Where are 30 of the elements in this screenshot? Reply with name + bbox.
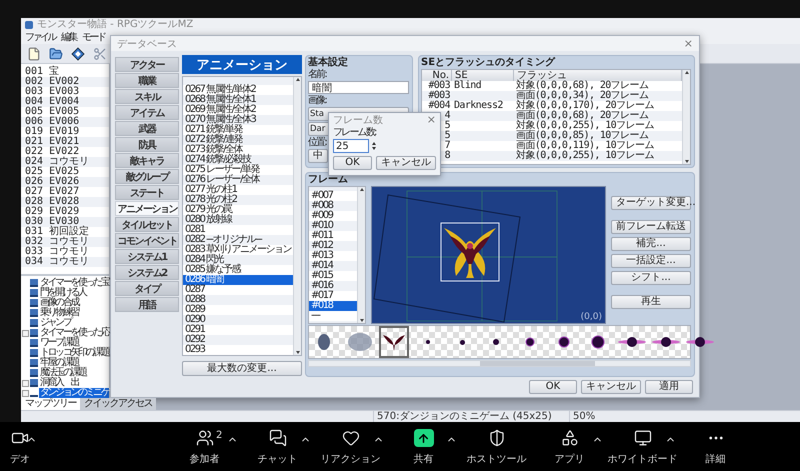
table-cell-text: Blind bbox=[453, 81, 482, 91]
table-cell-text: #004 bbox=[427, 101, 452, 111]
table-cell-text: 対象(0,0,0,255), 10フレーム bbox=[515, 121, 655, 131]
field-label: 名前: bbox=[308, 69, 326, 80]
table-cell-text: #003 bbox=[427, 81, 451, 91]
table-cell-text: 対象(0,0,0,170), 20フレーム bbox=[515, 101, 655, 111]
window-title: モンスター物語 - RPGツクールMZ bbox=[37, 18, 194, 30]
group-title: SEとフラッシュのタイミング bbox=[421, 57, 556, 68]
list-header: アニメーション bbox=[182, 55, 302, 74]
table-cell-text: 8 bbox=[444, 151, 451, 161]
table-cell-text: 画面(0,0,0,68), 20フレーム bbox=[515, 111, 650, 121]
group-title: 基本設定 bbox=[308, 57, 349, 68]
table-cell-text: 7 bbox=[444, 141, 451, 151]
field-label: 画像: bbox=[308, 95, 326, 106]
table-cell-text: 5 bbox=[444, 121, 451, 131]
table-cell-text: 画面(0,0,0,85), 10フレーム bbox=[515, 131, 650, 141]
table-cell-text: 5 bbox=[444, 131, 451, 141]
table-cell-text: 画面(0,0,0,34), 20フレーム bbox=[515, 91, 650, 101]
table-cell-text: 対象(0,0,0,68), 20フレーム bbox=[515, 81, 650, 91]
dialog-title: フレーム数 bbox=[333, 114, 383, 126]
table-cell-text: Darkness2 bbox=[453, 101, 504, 111]
table-cell-text: 対象(0,0,0,255), 10フレーム bbox=[515, 151, 655, 161]
coordinate-label: (0,0) bbox=[580, 312, 602, 322]
dialog-title: データベース bbox=[117, 38, 177, 50]
table-cell-text: 画面(0,0,0,119), 10フレーム bbox=[515, 141, 655, 151]
field-label: 位置: bbox=[308, 137, 326, 148]
participant-count: 2 bbox=[216, 430, 222, 441]
table-cell-text: #003 bbox=[427, 91, 450, 101]
field-label: フレーム数: bbox=[333, 127, 376, 138]
table-cell-text: 4 bbox=[444, 111, 452, 121]
